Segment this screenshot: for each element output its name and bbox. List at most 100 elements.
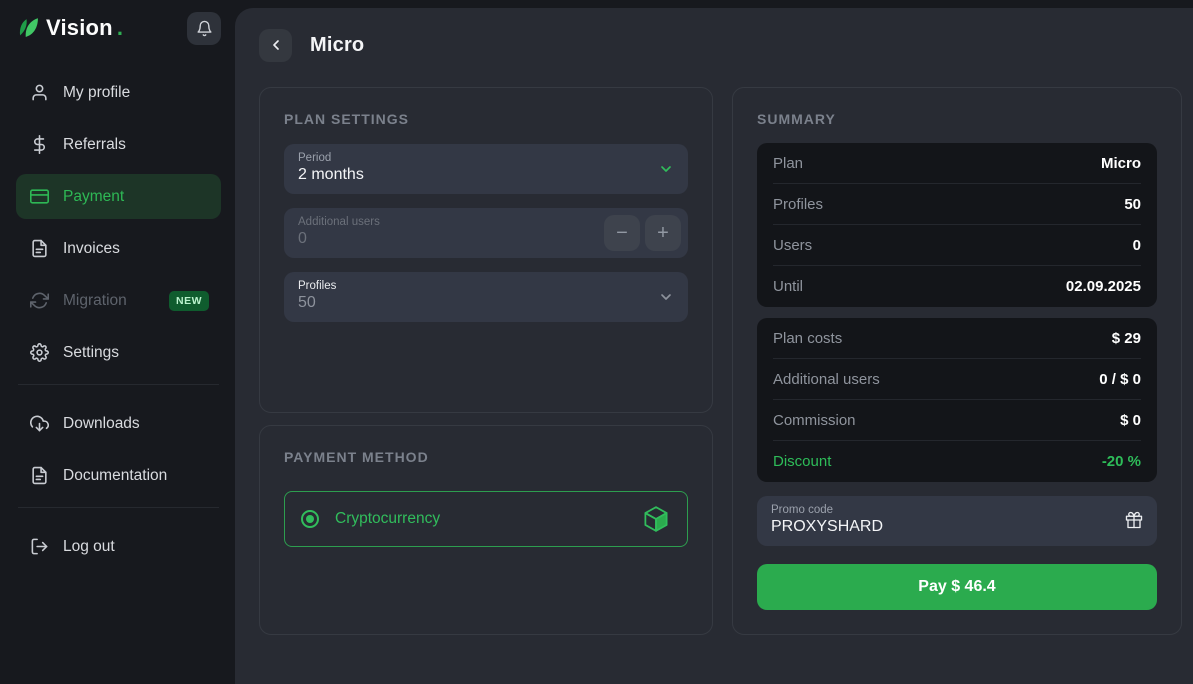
summary-row-label: Additional users: [773, 371, 880, 388]
summary-row-until: Until 02.09.2025: [773, 266, 1141, 307]
period-select[interactable]: Period 2 months: [284, 144, 688, 194]
period-value: 2 months: [298, 166, 644, 184]
promo-code-field[interactable]: Promo code PROXYSHARD: [757, 496, 1157, 546]
additional-users-label: Additional users: [298, 216, 644, 228]
sidebar-item-label: Documentation: [63, 467, 167, 485]
summary-row-label: Commission: [773, 412, 856, 429]
summary-row-value: 0 / $ 0: [1099, 371, 1141, 388]
payment-method-card: PAYMENT METHOD Cryptocurrency: [259, 425, 713, 635]
profiles-value: 50: [298, 294, 644, 312]
sync-arrows-icon: [30, 291, 49, 310]
summary-row-label: Profiles: [773, 196, 823, 213]
sidebar-item-label: My profile: [63, 84, 130, 102]
sidebar-item-label: Settings: [63, 344, 119, 362]
new-badge: NEW: [169, 291, 209, 311]
gift-icon: [1125, 511, 1143, 529]
logo-leaf-icon: [16, 15, 42, 41]
summary-row-label: Plan costs: [773, 330, 842, 347]
cost-summary-block: Plan costs $ 29 Additional users 0 / $ 0…: [757, 318, 1157, 482]
cryptocurrency-label: Cryptocurrency: [335, 510, 440, 528]
main-panel: Micro PLAN SETTINGS Period 2 months Addi…: [235, 8, 1193, 684]
summary-row-label: Plan: [773, 155, 803, 172]
sidebar-item-label: Payment: [63, 188, 124, 206]
sidebar-item-migration[interactable]: Migration NEW: [16, 278, 221, 323]
file-text-icon: [30, 466, 49, 485]
profiles-label: Profiles: [298, 280, 644, 292]
credit-card-icon: [30, 187, 49, 206]
summary-row-label: Users: [773, 237, 812, 254]
sidebar: Vision. My profile: [0, 0, 235, 684]
back-button[interactable]: [259, 29, 292, 62]
sidebar-divider: [18, 507, 219, 508]
summary-row-value: -20 %: [1102, 453, 1141, 470]
sidebar-item-payment[interactable]: Payment: [16, 174, 221, 219]
summary-row-plan: Plan Micro: [773, 143, 1141, 184]
sidebar-item-invoices[interactable]: Invoices: [16, 226, 221, 271]
page-title: Micro: [310, 34, 364, 57]
additional-users-field: Additional users 0 − +: [284, 208, 688, 258]
summary-row-value: Micro: [1101, 155, 1141, 172]
sidebar-item-label: Downloads: [63, 415, 140, 433]
summary-row-value: 02.09.2025: [1066, 278, 1141, 295]
logo-dot: .: [117, 15, 123, 41]
sidebar-item-settings[interactable]: Settings: [16, 330, 221, 375]
summary-row-value: $ 0: [1120, 412, 1141, 429]
additional-users-stepper: − +: [604, 215, 681, 251]
period-label: Period: [298, 152, 644, 164]
sidebar-item-label: Invoices: [63, 240, 120, 258]
summary-row-label: Until: [773, 278, 803, 295]
pay-button[interactable]: Pay $ 46.4: [757, 564, 1157, 610]
promo-code-label: Promo code: [771, 504, 1113, 516]
summary-row-value: $ 29: [1112, 330, 1141, 347]
payment-method-title: PAYMENT METHOD: [284, 449, 688, 465]
gear-icon: [30, 343, 49, 362]
promo-code-value: PROXYSHARD: [771, 518, 1113, 536]
file-text-icon: [30, 239, 49, 258]
plan-settings-card: PLAN SETTINGS Period 2 months Additional…: [259, 87, 713, 413]
profiles-select[interactable]: Profiles 50: [284, 272, 688, 322]
summary-row-users: Users 0: [773, 225, 1141, 266]
decrement-button[interactable]: −: [604, 215, 640, 251]
summary-row-label: Discount: [773, 453, 831, 470]
plan-summary-block: Plan Micro Profiles 50 Users 0 Until 02.…: [757, 143, 1157, 307]
sidebar-item-label: Migration: [63, 292, 127, 310]
sidebar-item-logout[interactable]: Log out: [16, 524, 221, 569]
summary-row-profiles: Profiles 50: [773, 184, 1141, 225]
sidebar-item-label: Log out: [63, 538, 115, 556]
summary-title: SUMMARY: [757, 111, 1157, 127]
sidebar-divider: [18, 384, 219, 385]
sidebar-item-my-profile[interactable]: My profile: [16, 70, 221, 115]
page-header: Micro: [259, 28, 1182, 62]
logout-icon: [30, 537, 49, 556]
download-cloud-icon: [30, 414, 49, 433]
radio-selected-icon: [301, 510, 319, 528]
sidebar-header: Vision.: [16, 8, 221, 48]
sidebar-item-downloads[interactable]: Downloads: [16, 401, 221, 446]
chevron-down-icon: [658, 289, 674, 305]
summary-row-additional-users: Additional users 0 / $ 0: [773, 359, 1141, 400]
left-column: PLAN SETTINGS Period 2 months Additional…: [259, 87, 713, 635]
summary-row-value: 0: [1133, 237, 1141, 254]
summary-card: SUMMARY Plan Micro Profiles 50 Users 0: [732, 87, 1182, 635]
sidebar-item-documentation[interactable]: Documentation: [16, 453, 221, 498]
sidebar-nav: My profile Referrals Payment: [16, 70, 221, 569]
plan-settings-title: PLAN SETTINGS: [284, 111, 688, 127]
content: PLAN SETTINGS Period 2 months Additional…: [259, 87, 1182, 635]
app-logo: Vision.: [16, 15, 123, 41]
dollar-icon: [30, 135, 49, 154]
user-icon: [30, 83, 49, 102]
summary-row-commission: Commission $ 0: [773, 400, 1141, 441]
cryptocurrency-option[interactable]: Cryptocurrency: [284, 491, 688, 547]
bell-icon: [196, 20, 213, 37]
summary-row-discount: Discount -20 %: [773, 441, 1141, 482]
cube-icon: [641, 504, 671, 534]
notifications-button[interactable]: [187, 12, 221, 45]
sidebar-item-label: Referrals: [63, 136, 126, 154]
summary-row-plan-costs: Plan costs $ 29: [773, 318, 1141, 359]
additional-users-value: 0: [298, 230, 644, 248]
right-column: SUMMARY Plan Micro Profiles 50 Users 0: [732, 87, 1182, 635]
chevron-down-icon: [658, 161, 674, 177]
increment-button[interactable]: +: [645, 215, 681, 251]
sidebar-item-referrals[interactable]: Referrals: [16, 122, 221, 167]
chevron-left-icon: [268, 37, 284, 53]
